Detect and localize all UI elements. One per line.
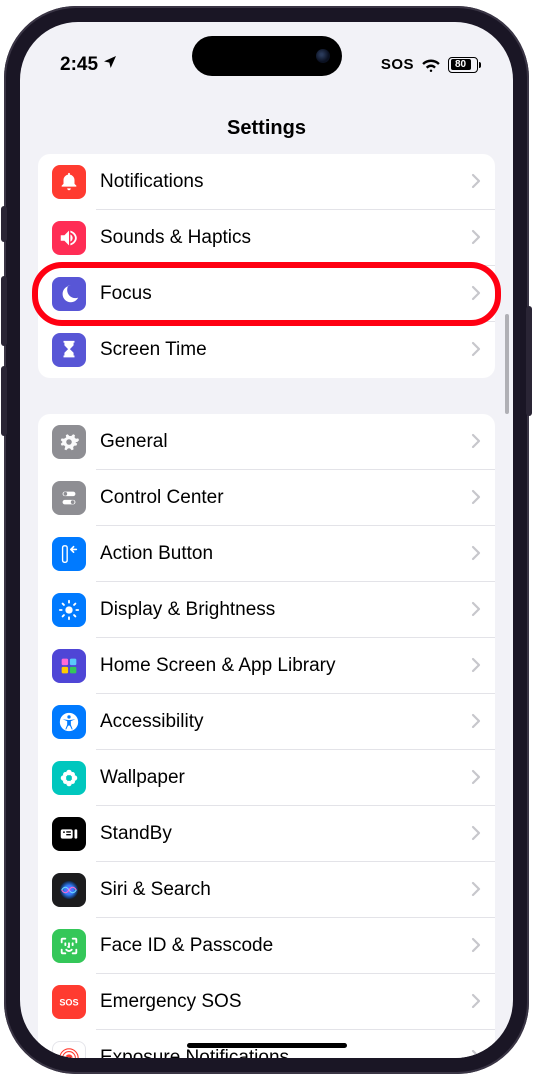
row-label: Display & Brightness — [100, 599, 463, 621]
scroll-indicator[interactable] — [505, 314, 509, 414]
settings-row-display[interactable]: Display & Brightness — [38, 582, 495, 638]
hourglass-icon — [52, 333, 86, 367]
row-label: Screen Time — [100, 339, 463, 361]
sos-indicator: SOS — [381, 56, 414, 73]
wifi-icon — [421, 57, 441, 72]
dynamic-island — [192, 36, 342, 76]
sostext-icon: SOS — [52, 985, 86, 1019]
side-button — [1, 206, 7, 242]
sun-icon — [52, 593, 86, 627]
location-icon — [102, 54, 118, 76]
bell-icon — [52, 165, 86, 199]
accessibility-icon — [52, 705, 86, 739]
settings-row-siri[interactable]: Siri & Search — [38, 862, 495, 918]
screen: 2:45 SOS 80 Settings Notifications Sounds… — [20, 22, 513, 1058]
settings-row-sos[interactable]: SOS Emergency SOS — [38, 974, 495, 1030]
siri-icon — [52, 873, 86, 907]
chevron-right-icon — [471, 877, 481, 903]
faceid-icon — [52, 929, 86, 963]
chevron-right-icon — [471, 225, 481, 251]
row-label: Siri & Search — [100, 879, 463, 901]
settings-row-standby[interactable]: StandBy — [38, 806, 495, 862]
chevron-right-icon — [471, 653, 481, 679]
home-indicator[interactable] — [187, 1043, 347, 1048]
settings-row-notifications[interactable]: Notifications — [38, 154, 495, 210]
row-label: Control Center — [100, 487, 463, 509]
chevron-right-icon — [471, 541, 481, 567]
settings-row-controlcenter[interactable]: Control Center — [38, 470, 495, 526]
chevron-right-icon — [471, 821, 481, 847]
settings-row-sounds[interactable]: Sounds & Haptics — [38, 210, 495, 266]
row-label: Accessibility — [100, 711, 463, 733]
chevron-right-icon — [471, 429, 481, 455]
settings-group: General Control Center Action Button Displa… — [38, 414, 495, 1058]
chevron-right-icon — [471, 1045, 481, 1058]
chevron-right-icon — [471, 989, 481, 1015]
battery-indicator: 80 — [448, 57, 478, 73]
chevron-right-icon — [471, 281, 481, 307]
chevron-right-icon — [471, 933, 481, 959]
speaker-icon — [52, 221, 86, 255]
chevron-right-icon — [471, 597, 481, 623]
row-label: Emergency SOS — [100, 991, 463, 1013]
page-title: Settings — [20, 87, 513, 154]
svg-text:SOS: SOS — [59, 998, 78, 1008]
status-time: 2:45 — [60, 54, 98, 76]
settings-row-accessibility[interactable]: Accessibility — [38, 694, 495, 750]
settings-row-focus[interactable]: Focus — [38, 266, 495, 322]
actionbtn-icon — [52, 537, 86, 571]
chevron-right-icon — [471, 485, 481, 511]
row-label: Face ID & Passcode — [100, 935, 463, 957]
chevron-right-icon — [471, 337, 481, 363]
row-label: Exposure Notifications — [100, 1047, 463, 1058]
row-label: StandBy — [100, 823, 463, 845]
row-label: Sounds & Haptics — [100, 227, 463, 249]
chevron-right-icon — [471, 765, 481, 791]
flower-icon — [52, 761, 86, 795]
settings-list[interactable]: Notifications Sounds & Haptics Focus Screen… — [20, 154, 513, 1058]
phone-frame: 2:45 SOS 80 Settings Notifications Sounds… — [4, 6, 529, 1074]
row-label: General — [100, 431, 463, 453]
row-label: Wallpaper — [100, 767, 463, 789]
apps-icon — [52, 649, 86, 683]
volume-up-button — [1, 276, 7, 346]
standby-icon — [52, 817, 86, 851]
settings-row-general[interactable]: General — [38, 414, 495, 470]
chevron-right-icon — [471, 709, 481, 735]
settings-group: Notifications Sounds & Haptics Focus Screen… — [38, 154, 495, 378]
row-label: Focus — [100, 283, 463, 305]
chevron-right-icon — [471, 169, 481, 195]
exposure-icon — [52, 1041, 86, 1058]
moon-icon — [52, 277, 86, 311]
volume-down-button — [1, 366, 7, 436]
switches-icon — [52, 481, 86, 515]
row-label: Notifications — [100, 171, 463, 193]
settings-row-homescreen[interactable]: Home Screen & App Library — [38, 638, 495, 694]
gear-icon — [52, 425, 86, 459]
settings-row-actionbutton[interactable]: Action Button — [38, 526, 495, 582]
row-label: Home Screen & App Library — [100, 655, 463, 677]
power-button — [526, 306, 532, 416]
settings-row-screentime[interactable]: Screen Time — [38, 322, 495, 378]
row-label: Action Button — [100, 543, 463, 565]
settings-row-faceid[interactable]: Face ID & Passcode — [38, 918, 495, 974]
settings-row-wallpaper[interactable]: Wallpaper — [38, 750, 495, 806]
